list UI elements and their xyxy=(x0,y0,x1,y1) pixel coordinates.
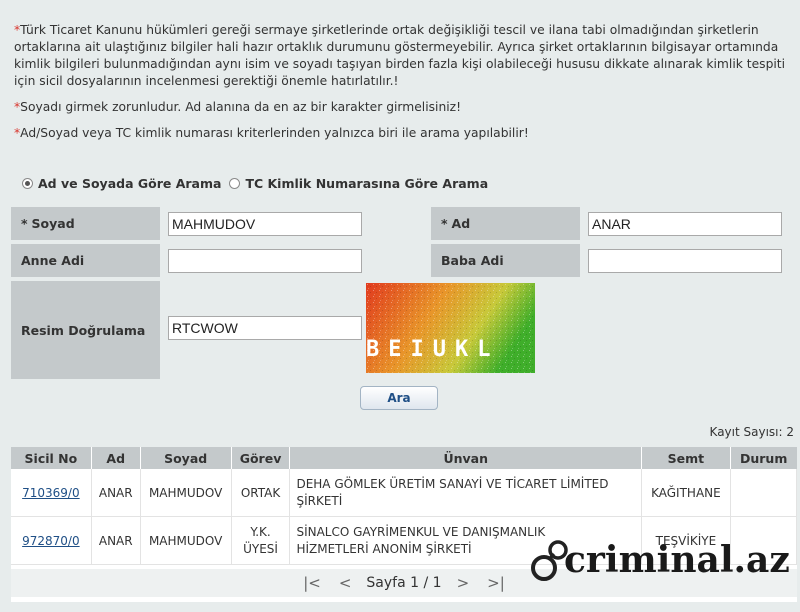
col-ad[interactable]: Ad xyxy=(91,447,141,469)
cell-ad: ANAR xyxy=(91,516,141,565)
search-form: * Soyad MAHMUDOV * Ad ANAR Anne Adi Baba A… xyxy=(11,207,797,379)
notice-1: *Türk Ticaret Kanunu hükümleri gereği se… xyxy=(14,23,786,88)
notice-3: *Ad/Soyad veya TC kimlik numarası kriter… xyxy=(14,126,529,140)
notice-2: *Soyadı girmek zorunludur. Ad alanına da… xyxy=(14,100,462,114)
search-mode: Ad ve Soyada Göre Arama TC Kimlik Numara… xyxy=(22,176,496,191)
radio-name-search-label[interactable]: Ad ve Soyada Göre Arama xyxy=(38,176,221,191)
anne-adi-label: Anne Adi xyxy=(11,244,160,277)
cell-sicil: 972870/0 xyxy=(11,516,92,565)
soyad-input[interactable]: MAHMUDOV xyxy=(168,212,362,236)
radio-name-search[interactable]: Ad ve Soyada Göre Arama xyxy=(22,176,221,191)
cell-unvan: DEHA GÖMLEK ÜRETİM SANAYİ VE TİCARET LİM… xyxy=(289,469,642,517)
captcha-image: BEIUKL xyxy=(366,283,535,373)
table-row: 710369/0 ANAR MAHMUDOV ORTAK DEHA GÖMLEK… xyxy=(11,469,798,517)
ad-label: * Ad xyxy=(431,207,580,240)
cell-gorev: Y.K. ÜYESİ xyxy=(231,516,291,565)
next-page-icon[interactable]: > xyxy=(457,574,470,592)
captcha-label: Resim Doğrulama xyxy=(11,281,160,379)
col-sicil-no[interactable]: Sicil No xyxy=(11,447,92,469)
cell-durum xyxy=(730,469,798,517)
record-count: Kayıt Sayısı: 2 xyxy=(709,425,794,439)
page-label: Sayfa 1 / 1 xyxy=(366,575,442,591)
cell-sicil: 710369/0 xyxy=(11,469,92,517)
baba-adi-input[interactable] xyxy=(588,249,782,273)
cell-ad: ANAR xyxy=(91,469,141,517)
radio-unchecked-icon[interactable] xyxy=(229,178,241,189)
cell-semt: KAĞITHANE xyxy=(641,469,731,517)
ad-input[interactable]: ANAR xyxy=(588,212,782,236)
notices: *Türk Ticaret Kanunu hükümleri gereği se… xyxy=(14,22,794,151)
prev-page-icon[interactable]: < xyxy=(339,574,352,592)
radio-checked-icon[interactable] xyxy=(22,178,33,189)
last-page-icon[interactable]: >| xyxy=(487,574,505,592)
cell-gorev: ORTAK xyxy=(231,469,291,517)
soyad-label: * Soyad xyxy=(11,207,160,240)
col-gorev[interactable]: Görev xyxy=(231,447,291,469)
captcha-input[interactable]: RTCWOW xyxy=(168,316,362,340)
col-semt[interactable]: Semt xyxy=(641,447,731,469)
handcuff-icon xyxy=(531,555,557,581)
first-page-icon[interactable]: |< xyxy=(303,574,321,592)
col-unvan[interactable]: Ünvan xyxy=(289,447,642,469)
table-header-row: Sicil No Ad Soyad Görev Ünvan Semt Durum xyxy=(11,447,797,469)
anne-adi-input[interactable] xyxy=(168,249,362,273)
col-durum[interactable]: Durum xyxy=(730,447,797,469)
radio-tc-search-label[interactable]: TC Kimlik Numarasına Göre Arama xyxy=(245,176,488,191)
watermark-text: criminal.az xyxy=(564,539,790,581)
baba-adi-label: Baba Adi xyxy=(431,244,580,277)
search-button[interactable]: Ara xyxy=(360,386,438,410)
watermark-logo: criminal.az xyxy=(528,528,796,586)
radio-tc-search[interactable]: TC Kimlik Numarasına Göre Arama xyxy=(229,176,488,191)
cell-soyad: MAHMUDOV xyxy=(140,516,232,565)
sicil-link[interactable]: 710369/0 xyxy=(22,486,80,500)
col-soyad[interactable]: Soyad xyxy=(140,447,232,469)
sicil-link[interactable]: 972870/0 xyxy=(22,534,80,548)
cell-soyad: MAHMUDOV xyxy=(140,469,232,517)
captcha-text: BEIUKL xyxy=(366,337,499,362)
